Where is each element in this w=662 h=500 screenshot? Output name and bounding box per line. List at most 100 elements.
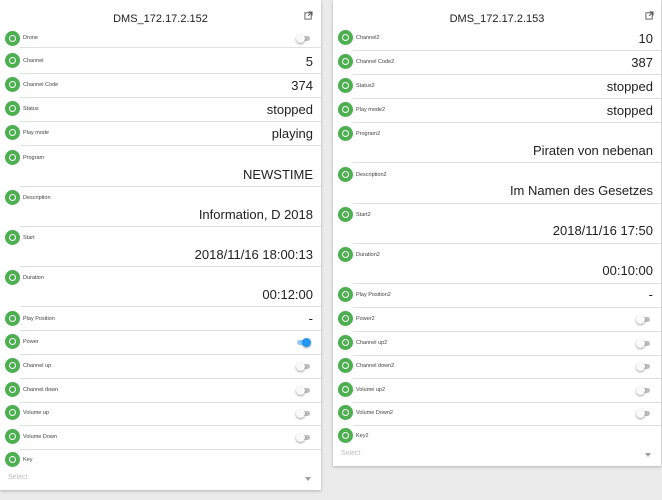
state-circle-icon bbox=[338, 287, 353, 302]
row-status: Status stopped bbox=[0, 101, 321, 122]
row-drone: Drone bbox=[0, 31, 321, 48]
volume-down2-toggle[interactable] bbox=[636, 409, 650, 418]
power2-toggle[interactable] bbox=[636, 315, 650, 324]
description2-value: Im Namen des Gesetzes bbox=[509, 183, 653, 198]
status2-value: stopped bbox=[606, 79, 653, 94]
duration-value: 00:12:00 bbox=[262, 287, 313, 302]
state-circle-icon bbox=[338, 428, 353, 443]
row-play-mode: Play mode playing bbox=[0, 125, 321, 146]
chevron-down-icon bbox=[305, 477, 311, 481]
row-volume-down2: Volume Down2 bbox=[333, 405, 661, 426]
card-title: DMS_172.17.2.153 bbox=[449, 13, 545, 25]
state-circle-icon bbox=[5, 334, 20, 349]
state-circle-icon bbox=[5, 53, 20, 68]
row-channel-up2: Channel up2 bbox=[333, 335, 661, 356]
channel-value: 5 bbox=[305, 54, 313, 69]
state-circle-icon bbox=[5, 382, 20, 397]
row-channel-code: Channel Code 374 bbox=[0, 77, 321, 98]
row-status2: Status2 stopped bbox=[333, 78, 661, 99]
row-volume-down: Volume Down bbox=[0, 429, 321, 450]
status2-label: Status2 bbox=[356, 83, 375, 89]
row-key: Key bbox=[0, 452, 321, 468]
state-circle-icon bbox=[5, 405, 20, 420]
row-play-mode2: Play mode2 stopped bbox=[333, 102, 661, 123]
volume-up-toggle[interactable] bbox=[296, 409, 310, 418]
row-key2: Key2 bbox=[333, 428, 661, 444]
state-circle-icon bbox=[5, 125, 20, 140]
open-external-icon[interactable] bbox=[645, 11, 654, 20]
play-mode-value: playing bbox=[271, 126, 313, 141]
row-duration: Duration 00:12:00 bbox=[0, 270, 321, 307]
state-circle-icon bbox=[5, 230, 20, 245]
state-circle-icon bbox=[338, 126, 353, 141]
play-mode2-value: stopped bbox=[606, 103, 653, 118]
description-value: Information, D 2018 bbox=[198, 207, 313, 222]
state-circle-icon bbox=[5, 452, 20, 467]
chevron-down-icon bbox=[645, 453, 651, 457]
open-external-icon[interactable] bbox=[304, 11, 313, 20]
play-mode-label: Play mode bbox=[23, 130, 49, 136]
play-position2-value: - bbox=[648, 287, 653, 302]
program-value: NEWSTIME bbox=[242, 167, 313, 182]
start2-label: Start2 bbox=[356, 212, 371, 218]
play-position-label: Play Position bbox=[23, 316, 55, 322]
description-label: Description bbox=[23, 195, 51, 201]
row-channel-code2: Channel Code2 387 bbox=[333, 54, 661, 75]
channel-code-label: Channel Code bbox=[23, 82, 59, 88]
row-play-position: Play Position - bbox=[0, 311, 321, 331]
state-circle-icon bbox=[5, 190, 20, 205]
program-label: Program bbox=[23, 155, 45, 161]
row-program2: Program2 Piraten von nebenan bbox=[333, 126, 661, 163]
channel-up-toggle[interactable] bbox=[296, 362, 310, 371]
volume-down2-label: Volume Down2 bbox=[356, 410, 393, 416]
program2-value: Piraten von nebenan bbox=[533, 143, 653, 158]
state-circle-icon bbox=[338, 54, 353, 69]
device-card-dms-152: DMS_172.17.2.152 Drone Channel 5 Channel… bbox=[0, 0, 321, 490]
channel-down-toggle[interactable] bbox=[296, 386, 310, 395]
drone-toggle[interactable] bbox=[296, 34, 310, 43]
status-label: Status bbox=[23, 106, 39, 112]
state-circle-icon bbox=[338, 247, 353, 262]
play-position-value: - bbox=[308, 311, 313, 326]
volume-down-label: Volume Down bbox=[23, 434, 57, 440]
start-value: 2018/11/16 18:00:13 bbox=[194, 247, 313, 262]
channel-up2-toggle[interactable] bbox=[636, 339, 650, 348]
row-power2: Power2 bbox=[333, 311, 661, 332]
card-title: DMS_172.17.2.152 bbox=[113, 13, 208, 25]
state-circle-icon bbox=[5, 150, 20, 165]
channel-down2-label: Channel down2 bbox=[356, 363, 395, 369]
key2-select-placeholder: Select bbox=[341, 450, 361, 457]
volume-up2-toggle[interactable] bbox=[636, 386, 650, 395]
key-label: Key bbox=[23, 457, 33, 463]
drone-label: Drone bbox=[23, 35, 38, 41]
row-description: Description Information, D 2018 bbox=[0, 190, 321, 227]
channel-down2-toggle[interactable] bbox=[636, 362, 650, 371]
row-play-position2: Play Position2 - bbox=[333, 287, 661, 308]
key-select[interactable]: Select bbox=[8, 474, 313, 488]
row-volume-up2: Volume up2 bbox=[333, 382, 661, 403]
start2-value: 2018/11/16 17:50 bbox=[552, 223, 653, 238]
state-circle-icon bbox=[338, 405, 353, 420]
program2-label: Program2 bbox=[356, 131, 381, 137]
duration2-label: Duration2 bbox=[356, 252, 380, 258]
state-circle-icon bbox=[338, 358, 353, 373]
volume-up2-label: Volume up2 bbox=[356, 387, 386, 393]
state-circle-icon bbox=[338, 382, 353, 397]
state-circle-icon bbox=[5, 358, 20, 373]
channel-up2-label: Channel up2 bbox=[356, 340, 388, 346]
row-volume-up: Volume up bbox=[0, 405, 321, 426]
row-power: Power bbox=[0, 334, 321, 355]
channel-up-label: Channel up bbox=[23, 363, 52, 369]
duration2-value: 00:10:00 bbox=[602, 263, 653, 278]
volume-down-toggle[interactable] bbox=[296, 433, 310, 442]
channel-code2-value: 387 bbox=[631, 55, 653, 70]
play-position2-label: Play Position2 bbox=[356, 292, 391, 298]
power-toggle[interactable] bbox=[297, 338, 311, 347]
state-circle-icon bbox=[338, 167, 353, 182]
key2-label: Key2 bbox=[356, 433, 369, 439]
status-value: stopped bbox=[266, 102, 313, 117]
description2-label: Description2 bbox=[356, 172, 387, 178]
row-channel-down2: Channel down2 bbox=[333, 358, 661, 379]
key2-select[interactable]: Select bbox=[341, 450, 653, 464]
state-circle-icon bbox=[5, 311, 20, 326]
